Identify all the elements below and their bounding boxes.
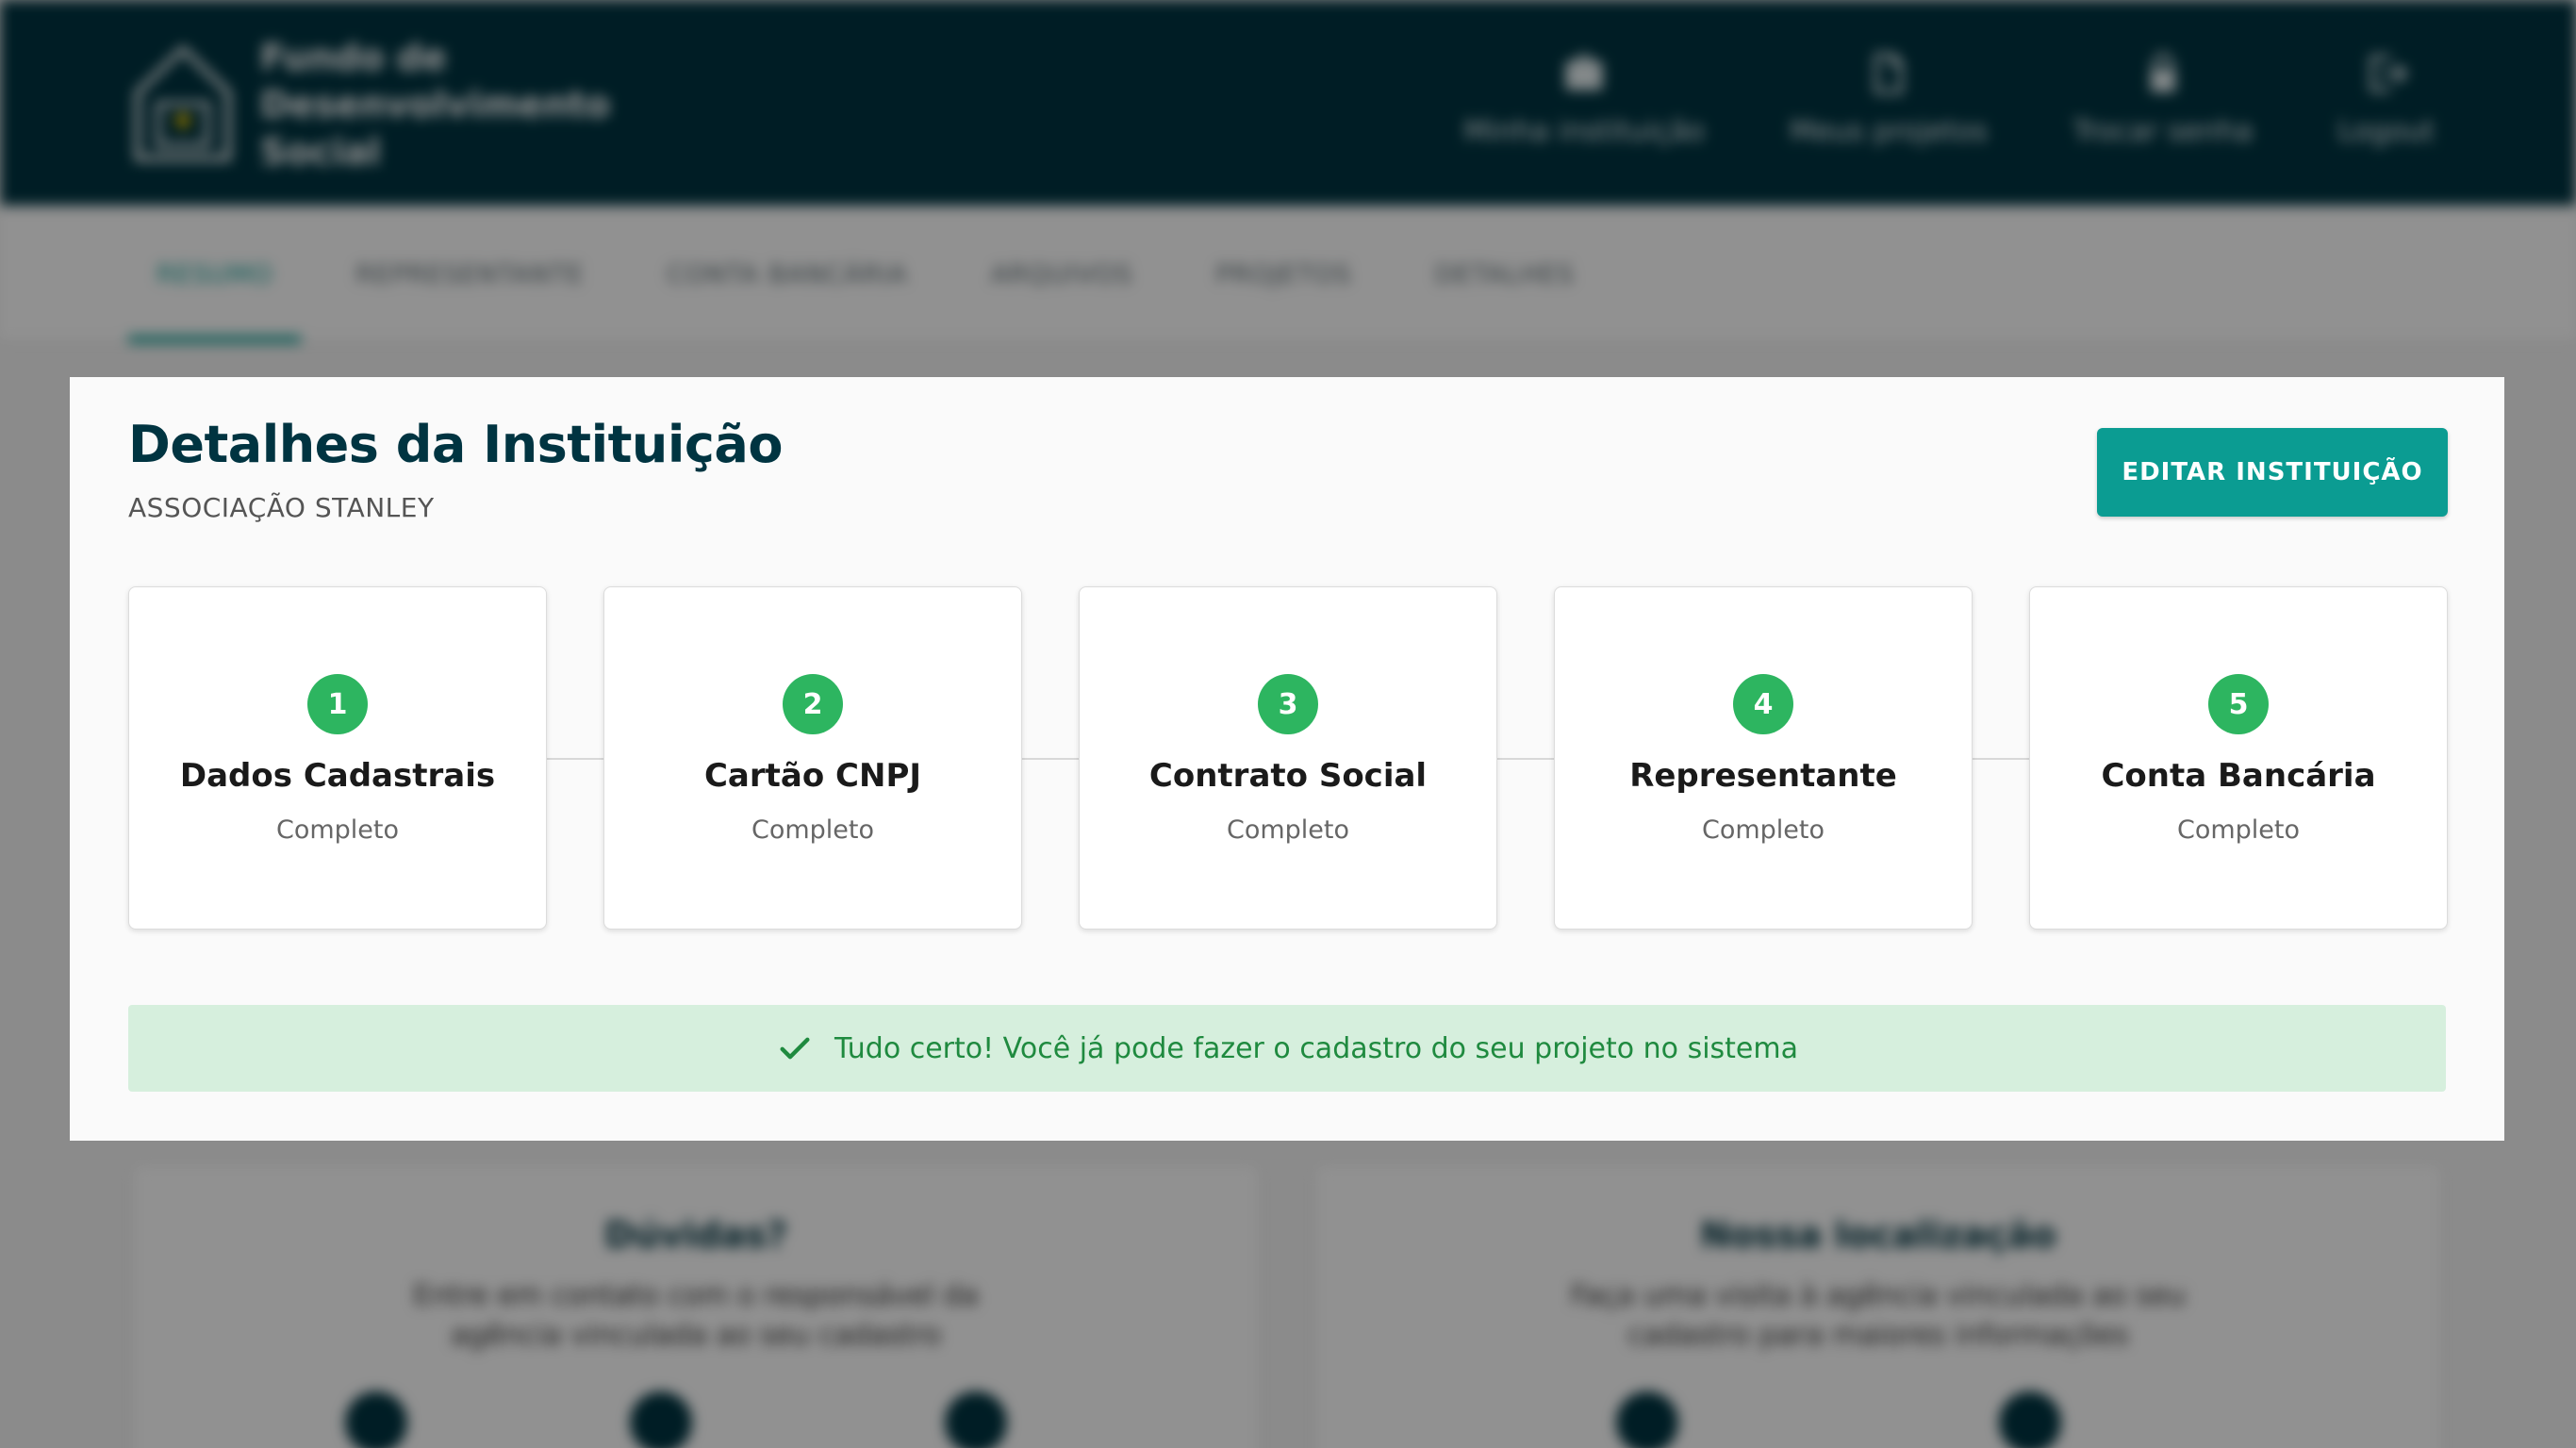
- step-status: Completo: [1701, 815, 1825, 845]
- step-connector: [1497, 758, 1554, 760]
- step-number-badge: 4: [1733, 674, 1793, 734]
- step-title: Conta Bancária: [2101, 757, 2376, 795]
- step-title: Dados Cadastrais: [179, 757, 496, 795]
- success-alert: Tudo certo! Você já pode fazer o cadastr…: [128, 1005, 2446, 1092]
- institution-details-modal: Detalhes da Instituição ASSOCIAÇÃO STANL…: [70, 377, 2504, 1141]
- step-number-badge: 3: [1258, 674, 1318, 734]
- step-number-badge: 5: [2208, 674, 2269, 734]
- success-alert-text: Tudo certo! Você já pode fazer o cadastr…: [834, 1031, 1798, 1065]
- step-status: Completo: [275, 815, 400, 845]
- step-conta-bancaria[interactable]: 5 Conta Bancária Completo: [2029, 586, 2448, 930]
- step-number-badge: 1: [307, 674, 368, 734]
- step-cartao-cnpj[interactable]: 2 Cartão CNPJ Completo: [603, 586, 1022, 930]
- step-connector: [1022, 758, 1079, 760]
- institution-name: ASSOCIAÇÃO STANLEY: [128, 492, 435, 523]
- edit-institution-button[interactable]: EDITAR INSTITUIÇÃO: [2097, 428, 2448, 517]
- step-dados-cadastrais[interactable]: 1 Dados Cadastrais Completo: [128, 586, 547, 930]
- step-number-badge: 2: [783, 674, 843, 734]
- step-title: Cartão CNPJ: [703, 757, 922, 795]
- step-connector: [547, 758, 603, 760]
- checkmark-icon: [780, 1037, 810, 1060]
- step-status: Completo: [1226, 815, 1350, 845]
- step-title: Contrato Social: [1148, 757, 1428, 795]
- step-connector: [1973, 758, 2029, 760]
- step-contrato-social[interactable]: 3 Contrato Social Completo: [1079, 586, 1497, 930]
- step-title: Representante: [1629, 757, 1897, 795]
- step-status: Completo: [2176, 815, 2301, 845]
- page-root: Fundo de Desenvolvimento Social Minha in…: [0, 0, 2576, 1448]
- step-representante[interactable]: 4 Representante Completo: [1554, 586, 1973, 930]
- modal-title: Detalhes da Instituição: [128, 415, 783, 474]
- steps-stepper: 1 Dados Cadastrais Completo 2 Cartão CNP…: [128, 586, 2448, 930]
- step-status: Completo: [751, 815, 875, 845]
